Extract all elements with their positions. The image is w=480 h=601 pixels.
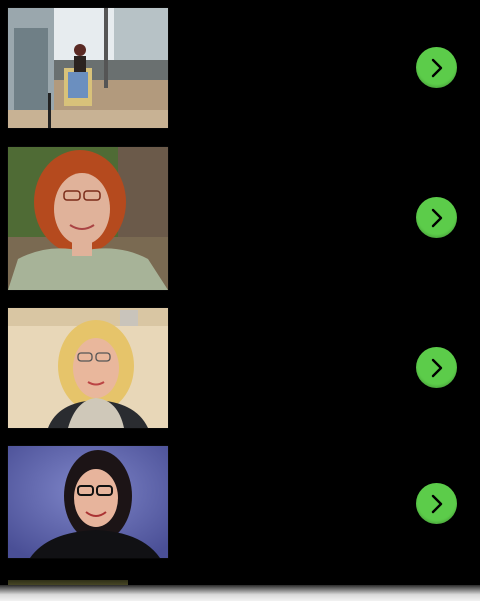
chevron-right-icon [431, 494, 442, 513]
bottom-edge-bar [0, 585, 480, 601]
chevron-right-icon [431, 58, 442, 77]
list-item[interactable] [0, 297, 480, 437]
red-haired-woman-photo[interactable] [8, 147, 168, 290]
list-item[interactable] [0, 0, 480, 137]
chevron-right-icon [431, 208, 442, 227]
open-detail-button[interactable] [416, 347, 457, 388]
open-detail-button[interactable] [416, 483, 457, 524]
list-item[interactable] [0, 137, 480, 297]
blonde-woman-photo[interactable] [8, 308, 168, 428]
list-item[interactable] [0, 437, 480, 567]
dark-haired-woman-photo[interactable] [8, 446, 168, 558]
dark-haired-woman-image [8, 446, 168, 558]
building-entrance-image [8, 8, 168, 128]
open-detail-button[interactable] [416, 47, 457, 88]
blonde-woman-image [8, 308, 168, 428]
open-detail-button[interactable] [416, 197, 457, 238]
chevron-right-icon [431, 358, 442, 377]
building-entrance-photo[interactable] [8, 8, 168, 128]
people-list [0, 0, 480, 601]
red-haired-woman-image [8, 147, 168, 290]
